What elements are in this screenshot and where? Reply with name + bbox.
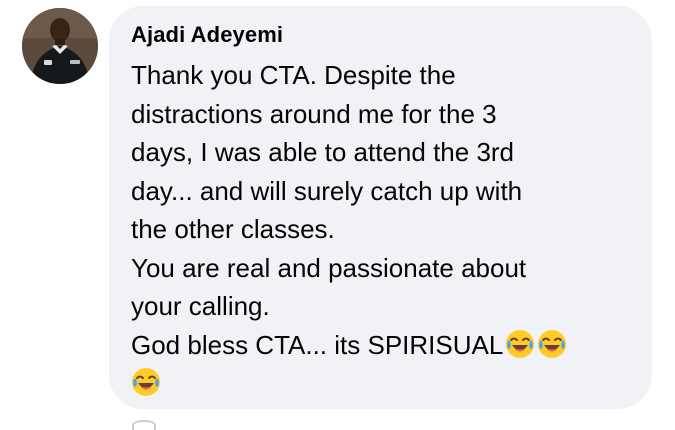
comment-line: distractions around me for the 3 bbox=[131, 98, 497, 129]
tears-of-joy-emoji-icon bbox=[505, 329, 535, 359]
comment-line: days, I was able to attend the 3rd bbox=[131, 137, 515, 167]
avatar-photo bbox=[22, 8, 98, 84]
comment-line: day... and will surely catch up with bbox=[131, 175, 523, 206]
comment-body: Thank you CTA. Despite the distractions … bbox=[131, 56, 636, 403]
comment-line: your calling. bbox=[131, 291, 270, 321]
comment-line-last: God bless CTA... its SPIRISUAL bbox=[131, 326, 636, 365]
comment-line: Thank you CTA. Despite the bbox=[131, 60, 456, 90]
comment-row: Ajadi Adeyemi Thank you CTA. Despite the… bbox=[0, 0, 675, 430]
avatar[interactable] bbox=[22, 8, 98, 84]
comment-line-emoji bbox=[131, 364, 636, 403]
tears-of-joy-emoji-icon bbox=[537, 329, 567, 359]
next-comment-avatar-edge bbox=[132, 420, 156, 430]
comment-line-text: God bless CTA... its SPIRISUAL bbox=[131, 329, 504, 360]
comment-line: the other classes. bbox=[131, 214, 335, 244]
comment-line: You are real and passionate about bbox=[131, 252, 527, 283]
tears-of-joy-emoji-icon bbox=[131, 367, 161, 397]
comment-author-name[interactable]: Ajadi Adeyemi bbox=[131, 22, 283, 48]
